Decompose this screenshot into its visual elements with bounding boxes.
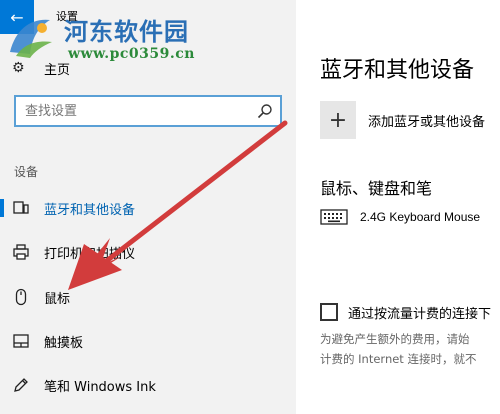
add-device-label: 添加蓝牙或其他设备 [368,114,486,130]
pen-icon [12,376,30,394]
sidebar-item-pen[interactable]: 笔和 Windows Ink [0,367,296,403]
active-indicator [0,199,4,217]
gear-icon: ⚙ [12,60,25,76]
nav-home[interactable]: ⚙ 主页 [12,56,70,80]
watermark-name: 河东软件园 [64,17,189,46]
plus-icon: + [320,101,356,139]
metered-connection-option[interactable]: 通过按流量计费的连接下 [320,302,491,322]
bluetooth-devices-icon [12,199,30,217]
sidebar-item-label: 笔和 Windows Ink [44,379,156,395]
keyboard-icon [320,209,348,225]
sidebar-item-printers[interactable]: 打印机和扫描仪 [0,234,296,270]
search-box [14,95,282,127]
watermark-url: www.pc0359.cn [68,46,195,62]
page-title: 蓝牙和其他设备 [320,58,475,83]
touchpad-icon [12,332,30,350]
metered-checkbox-label: 通过按流量计费的连接下 [348,306,492,322]
device-name: 2.4G Keyboard Mouse [360,210,481,224]
nav-home-label: 主页 [44,62,71,78]
watermark-logo-icon [10,19,52,58]
sidebar-item-label: 触摸板 [44,335,84,351]
printer-icon [12,243,30,261]
sidebar-item-label: 打印机和扫描仪 [44,246,136,262]
search-input[interactable] [16,97,252,125]
mouse-icon [12,288,30,306]
sidebar-item-label: 鼠标 [44,291,71,307]
metered-description-line: 计费的 Internet 连接时，就不 [320,352,477,366]
metered-description-line: 为避免产生额外的费用，请始 [320,332,470,346]
section-title: 鼠标、键盘和笔 [320,179,433,198]
sidebar-item-label: 蓝牙和其他设备 [44,202,136,218]
search-icon[interactable] [257,103,273,119]
section-label-devices: 设备 [14,165,39,179]
sidebar: ← 设置 河东软件园 www.pc0359.cn ⚙ 主页 设备 蓝 [0,0,296,414]
device-item[interactable]: 2.4G Keyboard Mouse [320,204,480,230]
sidebar-item-bluetooth[interactable]: 蓝牙和其他设备 [0,190,296,226]
content-pane: 蓝牙和其他设备 + 添加蓝牙或其他设备 鼠标、键盘和笔 2.4G Keyboar… [296,0,500,414]
sidebar-item-mouse[interactable]: 鼠标 [0,279,296,315]
sidebar-item-touchpad[interactable]: 触摸板 [0,323,296,359]
metered-checkbox[interactable] [320,303,338,321]
add-device-button[interactable]: + 添加蓝牙或其他设备 [320,100,485,140]
